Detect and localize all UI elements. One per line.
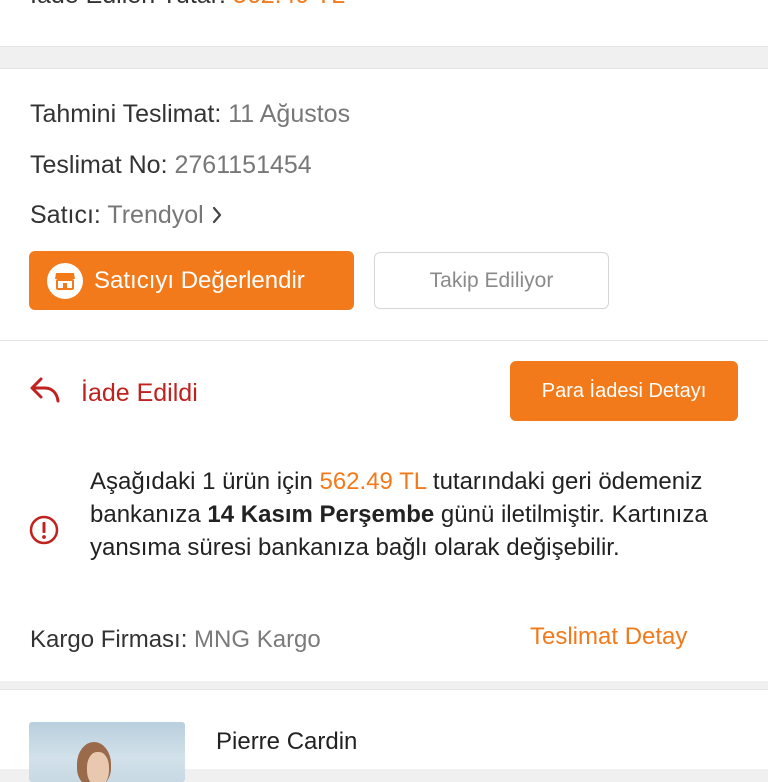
product-image-face	[87, 752, 109, 782]
cargo-label: Kargo Firması:	[30, 626, 188, 653]
product-image[interactable]	[29, 722, 185, 782]
refund-summary-card: İade Edilen Tutar: 562.49 TL	[0, 0, 768, 47]
estimated-delivery-label: Tahmini Teslimat:	[30, 100, 222, 128]
return-status: İade Edildi	[29, 375, 198, 412]
refund-summary-row: İade Edilen Tutar: 562.49 TL	[30, 0, 345, 10]
rate-seller-label: Satıcıyı Değerlendir	[94, 266, 305, 294]
cargo-value: MNG Kargo	[194, 626, 321, 653]
return-card: İade Edildi Para İadesi Detayı Aşağıdaki…	[0, 341, 768, 681]
delivery-number-value: 2761151454	[174, 151, 312, 179]
store-icon	[47, 262, 83, 299]
refund-summary-label: İade Edilen Tutar:	[30, 0, 226, 9]
delivery-number-row: Teslimat No: 2761151454	[30, 151, 312, 180]
estimated-delivery-row: Tahmini Teslimat: 11 Ağustos	[30, 100, 350, 129]
seller-label: Satıcı:	[30, 201, 101, 229]
return-status-label: İade Edildi	[81, 379, 198, 407]
refund-detail-label: Para İadesi Detayı	[541, 379, 707, 402]
return-arrow-icon	[29, 375, 81, 412]
seller-row[interactable]: Satıcı: Trendyol	[30, 201, 223, 230]
rate-seller-button[interactable]: Satıcıyı Değerlendir	[29, 251, 354, 310]
seller-link[interactable]: Trendyol	[107, 201, 203, 229]
delivery-number-label: Teslimat No:	[30, 151, 168, 179]
delivery-card: Tahmini Teslimat: 11 Ağustos Teslimat No…	[0, 68, 768, 341]
cargo-row: Kargo Firması: MNG Kargo	[30, 626, 321, 654]
refund-summary-amount: 562.49 TL	[233, 0, 345, 9]
refund-message: Aşağıdaki 1 ürün için 562.49 TL tutarınd…	[90, 465, 730, 564]
refund-message-date: 14 Kasım Perşembe	[207, 501, 435, 528]
product-card[interactable]: Pierre Cardin	[0, 689, 768, 782]
refund-detail-button[interactable]: Para İadesi Detayı	[510, 361, 738, 421]
delivery-detail-link[interactable]: Teslimat Detay	[530, 623, 687, 651]
chevron-right-icon[interactable]	[211, 201, 223, 229]
refund-message-amount: 562.49 TL	[319, 468, 427, 495]
follow-button[interactable]: Takip Ediliyor	[374, 252, 609, 309]
follow-label: Takip Ediliyor	[429, 268, 554, 292]
info-icon	[28, 514, 60, 551]
refund-message-part1: Aşağıdaki 1 ürün için	[90, 468, 320, 495]
product-brand: Pierre Cardin	[216, 728, 358, 755]
estimated-delivery-value: 11 Ağustos	[228, 100, 351, 128]
